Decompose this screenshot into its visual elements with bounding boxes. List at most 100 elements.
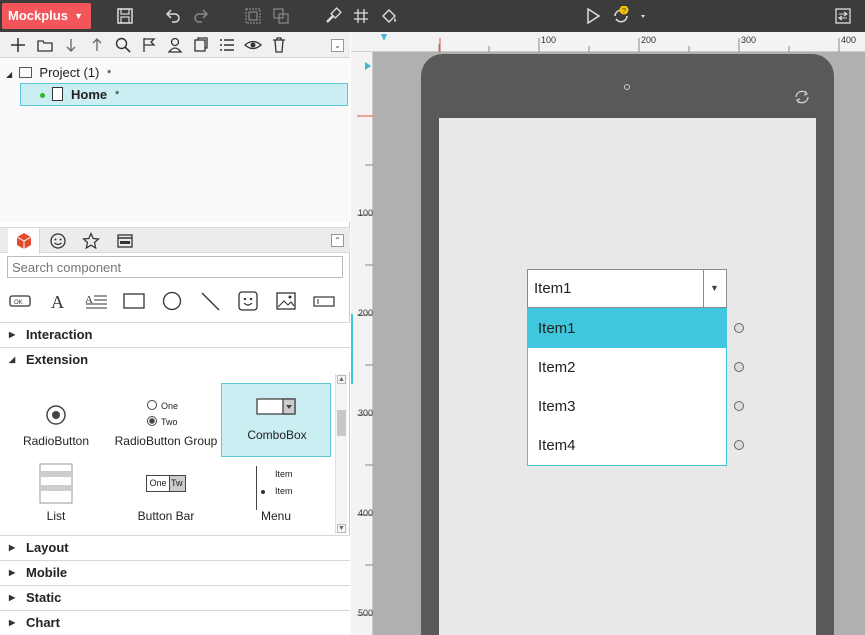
add-page-icon[interactable] (9, 36, 27, 54)
link-anchor-icon[interactable] (734, 362, 744, 372)
component-label: List (46, 509, 66, 523)
combobox-value: Item1 (534, 280, 572, 297)
ruler-label: 300 (358, 408, 374, 418)
collapsed-triangle-icon: ▶ (9, 618, 16, 627)
component-tabs: ⌃ (0, 227, 350, 254)
ruler-label: 200 (641, 35, 657, 45)
design-canvas[interactable]: 100 200 300 400 100 200 300 400 500 Item… (351, 32, 865, 635)
tab-components[interactable] (8, 228, 40, 254)
expanded-triangle-icon: ◢ (9, 355, 16, 364)
category-mobile[interactable]: ▶ Mobile (0, 560, 350, 585)
category-extension[interactable]: ◢ Extension (0, 347, 350, 372)
eye-icon[interactable] (244, 36, 262, 54)
category-label: Extension (26, 352, 89, 367)
link-anchor-icon[interactable] (734, 323, 744, 333)
swap-panels-icon[interactable] (833, 6, 853, 26)
format-brush-icon[interactable] (323, 6, 343, 26)
expand-triangle-icon[interactable]: ◢ (6, 70, 12, 79)
tab-favorites[interactable] (75, 228, 107, 254)
sync-icon[interactable]: ? (611, 6, 651, 26)
ruler-label: 100 (541, 35, 557, 45)
ruler-label: 200 (358, 308, 374, 318)
chevron-down-icon: ▼ (74, 11, 83, 21)
dropdown-option[interactable]: Item2 (528, 348, 726, 387)
icon-shape-icon[interactable] (236, 290, 260, 312)
list-icon[interactable] (218, 36, 236, 54)
scroll-down-icon[interactable]: ▼ (337, 524, 346, 533)
svg-text:A: A (51, 292, 64, 312)
tree-item-home[interactable]: Home * (20, 83, 348, 106)
component-radiobutton[interactable]: RadioButton (1, 390, 111, 464)
collapsed-triangle-icon: ▶ (9, 593, 16, 602)
smiley-icon (50, 233, 66, 249)
collapse-pages-icon[interactable]: ⌄ (331, 39, 344, 52)
user-icon[interactable] (166, 36, 184, 54)
grid-icon[interactable] (351, 6, 371, 26)
svg-text:OK: OK (14, 300, 23, 306)
component-label: RadioButton (22, 434, 90, 448)
group-icon[interactable] (243, 6, 263, 26)
tree-item-project[interactable]: ◢ Project (1) * (6, 62, 111, 84)
menu-icon: Item Item (221, 466, 331, 512)
line-shape-icon[interactable] (198, 290, 222, 312)
duplicate-page-icon[interactable] (192, 36, 210, 54)
dropdown-option[interactable]: Item4 (528, 426, 726, 465)
component-button-bar[interactable]: One Tw Button Bar (111, 464, 221, 538)
ungroup-icon[interactable] (271, 6, 291, 26)
collapse-components-icon[interactable]: ⌃ (331, 234, 344, 247)
dropdown-option[interactable]: Item3 (528, 387, 726, 426)
component-combobox[interactable]: ComboBox (221, 383, 331, 457)
preview-play-icon[interactable] (583, 6, 603, 26)
combobox-dropdown-button[interactable]: ▼ (703, 270, 726, 307)
ruler-label: 400 (841, 35, 857, 45)
dropdown-option[interactable]: Item1 (528, 309, 726, 348)
scroll-thumb[interactable] (337, 410, 346, 436)
category-interaction[interactable]: ▶ Interaction (0, 322, 350, 347)
template-icon (117, 234, 133, 248)
move-up-icon[interactable] (88, 36, 106, 54)
category-chart[interactable]: ▶ Chart (0, 610, 350, 635)
save-icon[interactable] (115, 6, 135, 26)
component-label: ComboBox (247, 428, 307, 442)
tab-icons[interactable] (42, 228, 74, 254)
brand-menu-button[interactable]: Mockplus ▼ (2, 3, 91, 29)
undo-icon[interactable] (163, 6, 183, 26)
radiobutton-icon (1, 398, 111, 438)
components-scrollbar[interactable]: ▲ ▼ (335, 374, 347, 534)
trash-icon[interactable] (270, 36, 288, 54)
input-shape-icon[interactable] (312, 290, 336, 312)
text-shape-icon[interactable]: A (46, 290, 70, 312)
paragraph-shape-icon[interactable]: A (84, 290, 108, 312)
move-down-icon[interactable] (62, 36, 80, 54)
component-menu[interactable]: Item Item Menu (221, 464, 331, 538)
link-anchor-icon[interactable] (734, 440, 744, 450)
folder-icon[interactable] (36, 36, 54, 54)
flag-icon[interactable] (140, 36, 158, 54)
ruler-ticks (381, 34, 840, 52)
component-label: RadioButton Group (114, 434, 218, 448)
home-label: Home (71, 87, 108, 102)
redo-icon[interactable] (191, 6, 211, 26)
button-bar-segment: One (147, 476, 170, 491)
rotate-device-icon[interactable] (792, 87, 812, 107)
camera-icon (624, 84, 630, 90)
collapsed-triangle-icon: ▶ (9, 330, 16, 339)
component-list[interactable]: List (1, 463, 111, 538)
link-anchor-icon[interactable] (734, 401, 744, 411)
ruler-label: 400 (358, 508, 374, 518)
scroll-up-icon[interactable]: ▲ (337, 375, 346, 384)
active-dot-icon (40, 93, 45, 98)
circle-shape-icon[interactable] (160, 290, 184, 312)
rectangle-shape-icon[interactable] (122, 290, 146, 312)
component-label: Button Bar (137, 509, 195, 523)
category-layout[interactable]: ▶ Layout (0, 535, 350, 560)
search-icon[interactable] (114, 36, 132, 54)
search-component-input[interactable] (7, 256, 343, 278)
fill-bucket-icon[interactable] (379, 6, 399, 26)
image-shape-icon[interactable] (274, 290, 298, 312)
category-static[interactable]: ▶ Static (0, 585, 350, 610)
tab-templates[interactable] (109, 228, 141, 254)
button-shape-icon[interactable]: OK (8, 290, 32, 312)
component-radiobutton-group[interactable]: One Two RadioButton Group (111, 390, 221, 464)
combobox-widget[interactable]: Item1 ▼ (527, 269, 727, 308)
